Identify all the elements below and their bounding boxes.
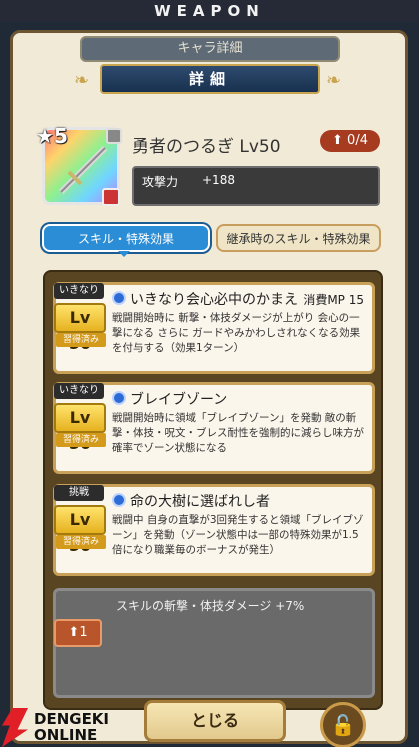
screen: キャラ詳細 ❧ 詳細 ❧ ★5 勇者のつるぎ Lv50 ⬆ 0/4 攻撃力 +1… xyxy=(0,22,419,747)
skill-name: 命の大樹に選ばれし者 xyxy=(130,494,270,510)
skill-level-badge: Lv 50 xyxy=(54,505,106,555)
skill-card: いきなり Lv 50 習得済み ブレイブゾーン 戦闘開始時に領域「ブレイブゾーン… xyxy=(53,382,375,474)
skill-description: 戦闘開始時に 斬撃・体技ダメージが上がり 会心の一撃になる さらに ガードやみか… xyxy=(112,312,361,354)
stat-box: 攻撃力 +188 xyxy=(132,166,380,206)
active-tab-pointer-icon xyxy=(118,251,130,257)
watermark: DENGEKI ONLINE xyxy=(0,708,120,747)
weapon-type-icon xyxy=(106,128,122,144)
skill-learned-label: 習得済み xyxy=(56,535,106,549)
locked-bonus-text: スキルの斬撃・体技ダメージ +7% xyxy=(116,599,305,613)
lock-toggle-button[interactable]: 🔓 xyxy=(320,702,366,747)
weapon-name: 勇者のつるぎ Lv50 xyxy=(132,137,281,157)
skill-tag: いきなり xyxy=(54,283,104,299)
breadcrumb: キャラ詳細 xyxy=(80,36,340,62)
tab-inherited-skills[interactable]: 継承時のスキル・特殊効果 xyxy=(216,224,381,252)
skill-type-icon xyxy=(112,391,126,405)
skill-description: 戦闘中 自身の直撃が3回発生すると領域「ブレイブゾーン」を発動（ゾーン状態中は一… xyxy=(112,514,364,556)
skill-learned-label: 習得済み xyxy=(56,333,106,347)
skill-description: 戦闘開始時に領域「ブレイブゾーン」を発動 敵の斬撃・体技・呪文・ブレス耐性を強制… xyxy=(112,412,364,454)
tab-skills[interactable]: スキル・特殊効果 xyxy=(42,224,210,252)
lightning-logo-icon xyxy=(2,708,28,747)
ornament-right-icon: ❧ xyxy=(326,70,342,91)
ownership-count: 0/4 xyxy=(347,133,368,148)
close-button[interactable]: とじる xyxy=(144,700,286,742)
equip-tool-icon xyxy=(102,188,120,206)
skill-mp-cost: 消費MP 15 xyxy=(303,293,364,307)
locked-bonus-card: スキルの斬撃・体技ダメージ +7% ⬆1 xyxy=(53,588,375,698)
skill-tag: 挑戦 xyxy=(54,485,104,501)
padlock-icon: 🔓 xyxy=(330,713,356,737)
ownership-count-badge: ⬆ 0/4 xyxy=(320,130,380,152)
rarity-star-badge: ★5 xyxy=(36,124,68,148)
header-band: WEAPON xyxy=(0,0,419,22)
skill-name: いきなり会心必中のかまえ xyxy=(130,292,298,308)
skill-card: いきなり Lv 50 習得済み いきなり会心必中のかまえ 消費MP 15 戦闘開… xyxy=(53,282,375,374)
page-title: 詳細 xyxy=(100,64,320,94)
header-title: WEAPON xyxy=(154,2,265,20)
skill-tag: いきなり xyxy=(54,383,104,399)
skill-type-icon xyxy=(112,291,126,305)
skill-card: 挑戦 Lv 50 習得済み 命の大樹に選ばれし者 戦闘中 自身の直撃が3回発生す… xyxy=(53,484,375,576)
stat-attack-value: +188 xyxy=(202,173,235,187)
watermark-line-2: ONLINE xyxy=(34,726,98,744)
unlock-requirement-badge: ⬆1 xyxy=(54,619,102,647)
skill-level-badge: Lv 50 xyxy=(54,303,106,353)
skill-list[interactable]: いきなり Lv 50 習得済み いきなり会心必中のかまえ 消費MP 15 戦闘開… xyxy=(43,270,383,710)
stat-attack-label: 攻撃力 xyxy=(142,175,179,189)
rarity-value: 5 xyxy=(53,124,68,148)
skill-level-badge: Lv 50 xyxy=(54,403,106,453)
skill-type-icon xyxy=(112,493,126,507)
skill-name: ブレイブゾーン xyxy=(130,392,228,408)
unlock-requirement-value: 1 xyxy=(79,625,88,640)
ornament-left-icon: ❧ xyxy=(74,70,90,91)
skill-learned-label: 習得済み xyxy=(56,433,106,447)
